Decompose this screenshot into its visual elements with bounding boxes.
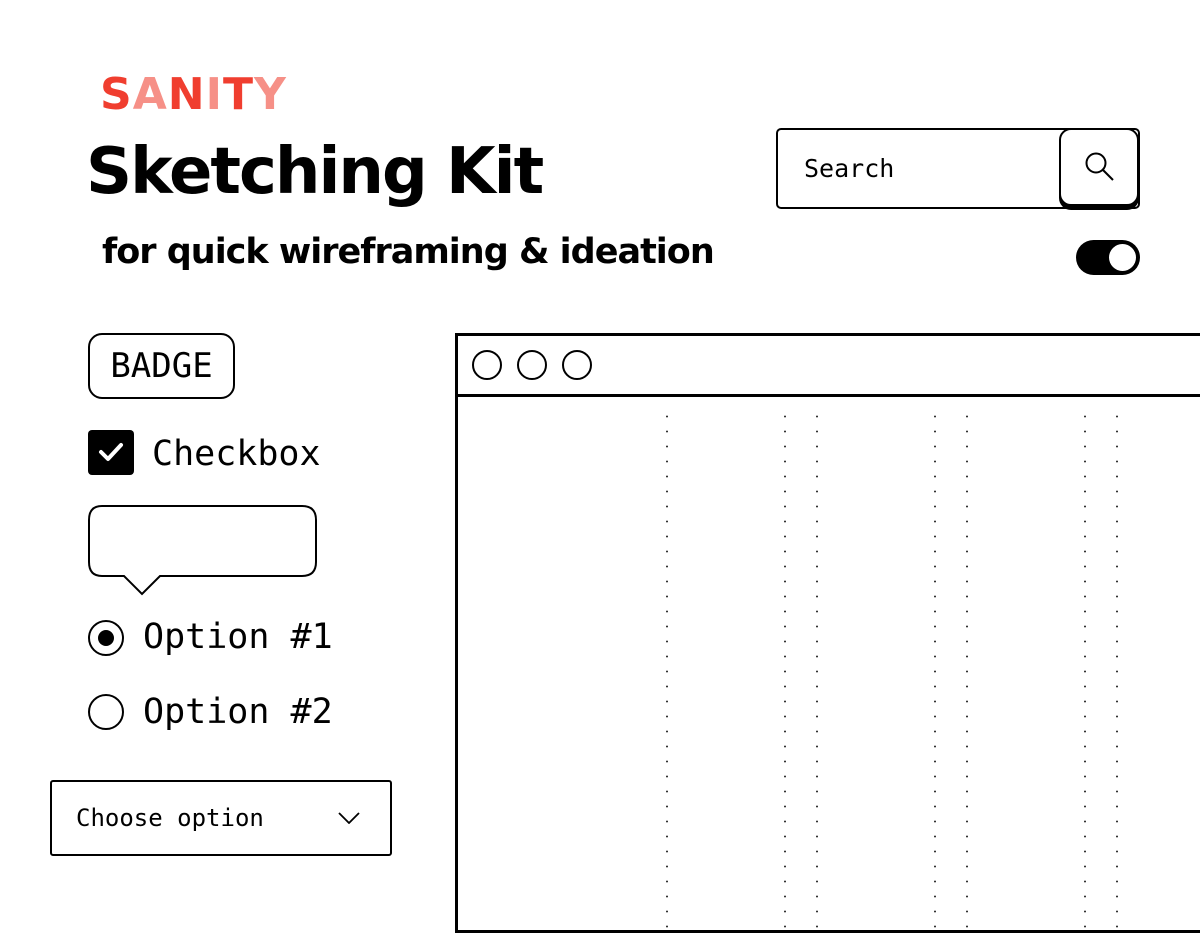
radio-selected-dot [98, 630, 114, 646]
radio-label-2: Option #2 [143, 692, 333, 732]
toggle-switch[interactable] [1076, 240, 1140, 275]
logo-letter: A [132, 69, 168, 120]
logo-letter: T [222, 69, 254, 120]
window-button[interactable] [562, 350, 592, 380]
checkbox[interactable] [88, 430, 134, 475]
page-subtitle: for quick wireframing & ideation [102, 232, 715, 272]
badge: BADGE [88, 333, 235, 399]
grid-guide [1116, 409, 1118, 929]
radio-option-1[interactable] [88, 620, 124, 656]
toggle-knob [1109, 244, 1136, 271]
grid-guide [1084, 409, 1086, 929]
checkmark-icon [99, 443, 123, 461]
search-input[interactable]: Search [804, 152, 894, 186]
grid-guide [934, 409, 936, 929]
grid-guide [666, 409, 668, 929]
logo-letter: N [167, 69, 206, 120]
window-button[interactable] [472, 350, 502, 380]
window-titlebar [458, 336, 1200, 397]
search-field[interactable]: Search [776, 128, 1140, 209]
sanity-logo: SANITY [100, 68, 287, 122]
grid-guide [966, 409, 968, 929]
tooltip-bubble [88, 505, 317, 596]
chevron-down-icon [338, 812, 360, 824]
page-title: Sketching Kit [86, 135, 544, 209]
logo-letter: I [205, 69, 223, 120]
radio-option-2[interactable] [88, 694, 124, 730]
search-button[interactable] [1059, 128, 1139, 206]
logo-letter: S [100, 69, 133, 120]
grid-guide [784, 409, 786, 929]
select-value: Choose option [76, 804, 264, 832]
window-button[interactable] [517, 350, 547, 380]
search-icon [1085, 152, 1114, 181]
grid-guide [816, 409, 818, 929]
radio-label-1: Option #1 [143, 617, 333, 657]
logo-letter: Y [253, 69, 287, 120]
checkbox-label: Checkbox [152, 434, 321, 474]
browser-window [455, 333, 1200, 933]
choose-option-select[interactable]: Choose option [50, 780, 392, 856]
